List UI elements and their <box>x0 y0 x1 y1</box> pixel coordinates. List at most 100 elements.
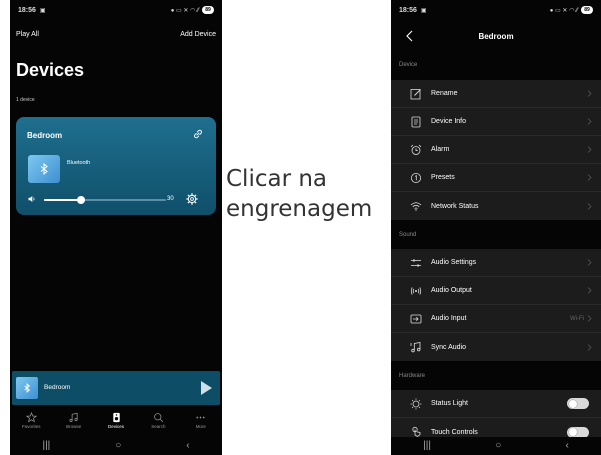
screenshot-icon: ▣ <box>39 7 46 14</box>
settings-item-sync-audio[interactable]: Sync Audio <box>391 333 601 361</box>
sound-settings-list: Audio Settings Audio Output Audio Input … <box>391 249 601 361</box>
nav-label: More <box>195 424 206 429</box>
equalizer-icon <box>411 258 421 267</box>
home-icon[interactable]: ○ <box>495 441 501 451</box>
nav-label: Browse <box>66 424 82 429</box>
page-title: Bedroom <box>478 32 514 41</box>
nav-label: Search <box>151 424 166 429</box>
touch-controls-toggle[interactable] <box>567 426 589 438</box>
bluetooth-icon <box>24 383 31 393</box>
screenshot-icon: ▣ <box>420 7 427 14</box>
nav-devices[interactable]: Devices <box>95 410 137 435</box>
more-dots-icon <box>196 416 205 419</box>
nav-browse[interactable]: Browse <box>52 410 94 435</box>
settings-item-audio-output[interactable]: Audio Output <box>391 277 601 305</box>
settings-item-presets[interactable]: Presets <box>391 164 601 192</box>
star-icon <box>25 412 37 423</box>
music-sync-icon <box>410 342 421 353</box>
settings-item-label: Sync Audio <box>431 343 467 351</box>
source-label: Bluetooth <box>67 160 91 166</box>
play-all-button[interactable]: Play All <box>16 31 39 38</box>
nav-search[interactable]: Search <box>137 410 179 435</box>
battery-icon: 89 <box>581 6 593 14</box>
status-bar: 18:56 ▣ ● ▭ ✕ ◠ ⁄⁄ 89 <box>391 0 601 20</box>
device-card-bedroom[interactable]: Bedroom Bluetooth 30 <box>16 117 216 215</box>
settings-item-label: Touch Controls <box>431 428 478 436</box>
add-device-button[interactable]: Add Device <box>180 31 216 38</box>
bluetooth-icon <box>40 163 48 175</box>
volume-slider[interactable] <box>44 196 166 204</box>
edit-icon <box>410 88 421 99</box>
play-icon[interactable] <box>201 381 212 395</box>
volume-value: 30 <box>167 196 174 202</box>
device-name: Bedroom <box>27 131 63 140</box>
device-count: 1 device <box>16 97 35 103</box>
document-icon <box>411 116 421 127</box>
back-icon[interactable]: ‹ <box>186 441 189 451</box>
audio-input-value: Wi-Fi <box>570 315 584 322</box>
recent-apps-icon[interactable]: ||| <box>42 441 50 451</box>
mini-player-device-name: Bedroom <box>44 384 71 391</box>
mini-player[interactable]: Bedroom <box>12 371 220 405</box>
settings-item-label: Audio Output <box>431 287 472 294</box>
mini-player-artwork <box>16 377 38 399</box>
battery-icon: 89 <box>202 6 214 14</box>
system-navigation-bar: ||| ○ ‹ <box>391 437 601 455</box>
speaker-icon <box>112 412 120 423</box>
nav-label: Favorites <box>21 424 41 429</box>
signal-icons: ● ▭ ✕ ◠ ⁄⁄ <box>549 7 578 14</box>
settings-item-label: Audio Settings <box>431 259 477 266</box>
wifi-icon <box>410 202 422 211</box>
back-icon[interactable]: ‹ <box>566 441 569 451</box>
bluetooth-source-tile <box>28 155 60 183</box>
signal-icons: ● ▭ ✕ ◠ ⁄⁄ <box>170 7 199 14</box>
recent-apps-icon[interactable]: ||| <box>423 441 431 451</box>
chevron-right-icon <box>587 315 592 322</box>
preset-number-icon <box>411 172 421 183</box>
header: Bedroom <box>391 28 601 46</box>
section-label-sound: Sound <box>399 232 417 238</box>
gear-icon[interactable] <box>186 193 198 205</box>
broadcast-icon <box>410 286 422 295</box>
chevron-right-icon <box>587 146 592 153</box>
chevron-right-icon <box>587 90 592 97</box>
settings-item-alarm[interactable]: Alarm <box>391 136 601 164</box>
settings-item-status-light[interactable]: Status Light <box>391 390 601 418</box>
page-title: Devices <box>16 60 85 80</box>
chevron-right-icon <box>587 287 592 294</box>
status-light-toggle[interactable] <box>567 398 589 409</box>
chevron-right-icon <box>587 259 592 266</box>
home-icon[interactable]: ○ <box>115 441 121 451</box>
chevron-right-icon <box>587 202 592 210</box>
music-note-icon <box>69 412 78 422</box>
settings-item-rename[interactable]: Rename <box>391 80 601 108</box>
settings-item-audio-input[interactable]: Audio Input Wi-Fi <box>391 305 601 333</box>
nav-label: Devices <box>108 424 125 429</box>
device-settings-screen: 18:56 ▣ ● ▭ ✕ ◠ ⁄⁄ 89 Bedroom Device Ren… <box>391 0 601 455</box>
chevron-right-icon <box>587 343 592 351</box>
section-label-device: Device <box>399 62 418 68</box>
settings-item-audio-settings[interactable]: Audio Settings <box>391 249 601 277</box>
settings-item-label: Alarm <box>431 146 450 153</box>
settings-item-label: Rename <box>431 90 458 97</box>
system-navigation-bar: ||| ○ ‹ <box>10 437 222 455</box>
chevron-right-icon <box>587 174 592 181</box>
volume-fill <box>44 199 81 201</box>
nav-favorites[interactable]: Favorites <box>10 410 52 435</box>
alarm-clock-icon <box>410 144 422 155</box>
settings-item-label: Presets <box>431 174 455 181</box>
volume-slider-handle[interactable] <box>76 196 85 204</box>
settings-item-label: Network Status <box>431 202 479 210</box>
link-icon[interactable] <box>192 128 204 140</box>
status-bar: 18:56 ▣ ● ▭ ✕ ◠ ⁄⁄ 89 <box>10 0 222 20</box>
settings-item-label: Device Info <box>431 118 467 125</box>
status-time: 18:56 <box>18 6 36 14</box>
light-icon <box>410 398 422 409</box>
status-time: 18:56 <box>399 6 417 14</box>
settings-item-label: Status Light <box>431 400 468 407</box>
nav-more[interactable]: More <box>180 410 222 435</box>
settings-item-device-info[interactable]: Device Info <box>391 108 601 136</box>
settings-item-network-status[interactable]: Network Status <box>391 192 601 220</box>
section-label-hardware: Hardware <box>399 373 426 379</box>
device-settings-list: Rename Device Info Alarm Presets Network… <box>391 80 601 220</box>
